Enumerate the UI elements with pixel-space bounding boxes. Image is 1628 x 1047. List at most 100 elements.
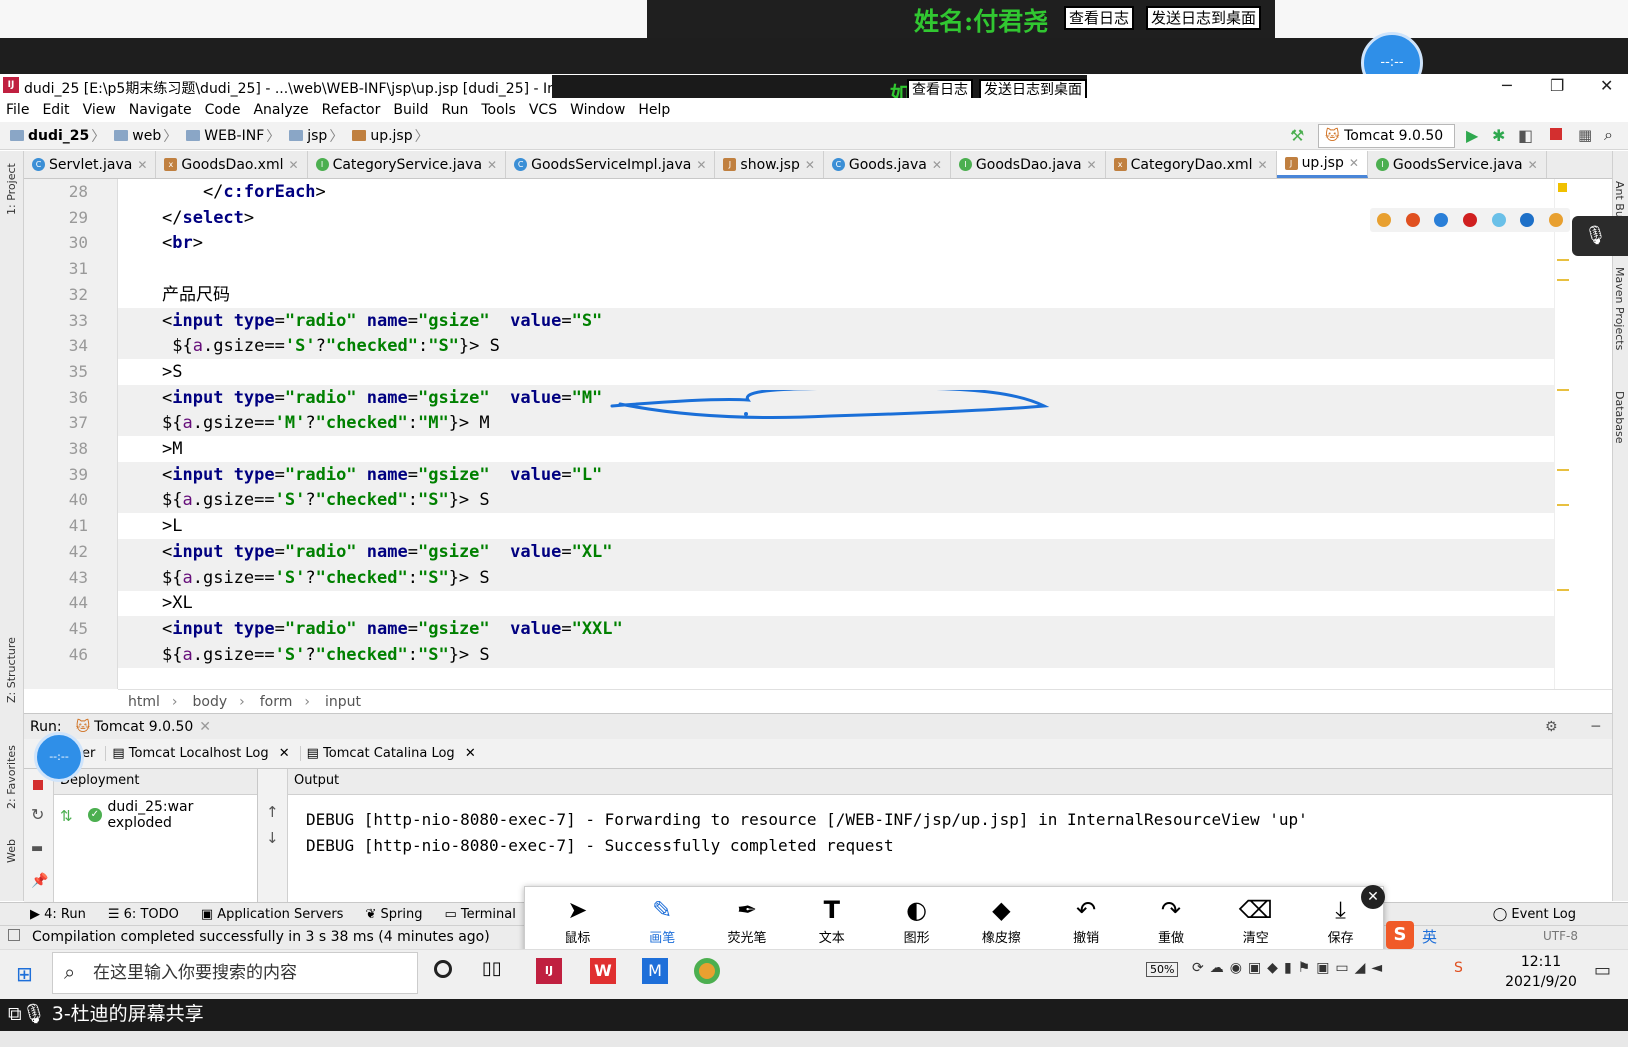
ime-language[interactable]: 英	[1422, 926, 1437, 947]
undo-tool[interactable]: ↶ 撤销	[1044, 895, 1129, 946]
stripe-mark[interactable]	[1557, 469, 1569, 471]
tab-goodsservice-java[interactable]: I GoodsService.java ✕	[1367, 151, 1547, 178]
tab-goodsserviceimpl-java[interactable]: C GoodsServiceImpl.java ✕	[506, 151, 716, 178]
menu-navigate[interactable]: Navigate	[129, 102, 192, 118]
stripe-mark[interactable]	[1557, 504, 1569, 506]
tab-up-jsp[interactable]: Jup.jsp ✕	[1276, 151, 1368, 178]
close-tab-icon[interactable]: ✕	[279, 746, 290, 761]
close-tab-icon[interactable]: ✕	[805, 158, 815, 172]
menu-run[interactable]: Run	[442, 102, 469, 118]
close-icon[interactable]: ✕	[1600, 76, 1613, 95]
microphone-icon[interactable]: 🎙	[1572, 216, 1628, 256]
code-line[interactable]: </select>	[118, 205, 1554, 231]
code-line[interactable]: ${a.gsize=='S'?"checked":"S"}> S	[118, 487, 1554, 514]
sogou-ime-icon[interactable]: S	[1386, 921, 1414, 949]
tab-localhost-log[interactable]: ▤ Tomcat Localhost Log ✕	[105, 746, 290, 761]
windows-start-icon[interactable]: ⊞	[16, 962, 33, 986]
coverage-icon[interactable]: ◧	[1518, 126, 1533, 145]
battery-indicator[interactable]: 50%	[1146, 962, 1179, 977]
code-line[interactable]: ${a.gsize=='S'?"checked":"S"}> S	[118, 333, 1554, 360]
code-line[interactable]: 产品尺码	[118, 282, 1554, 308]
deployment-item[interactable]: ✓ dudi_25:war exploded	[54, 795, 257, 831]
menu-vcs[interactable]: VCS	[529, 102, 557, 118]
maven-projects-tab[interactable]: Maven Projects	[1613, 267, 1626, 350]
stop-icon[interactable]	[1550, 128, 1562, 140]
close-tab-icon[interactable]: ✕	[1349, 156, 1359, 170]
notification-icon[interactable]: ▭	[1594, 960, 1611, 981]
close-tab-icon[interactable]: ✕	[696, 158, 706, 172]
breadcrumb-web[interactable]: web 〉	[114, 126, 182, 146]
breadcrumb-file[interactable]: up.jsp 〉	[352, 126, 433, 146]
tab-goods-java[interactable]: C Goods.java ✕	[823, 151, 951, 178]
scroll-down-icon[interactable]: ↓	[266, 829, 279, 847]
hide-icon[interactable]: ─	[1592, 719, 1600, 735]
shape-tool[interactable]: ◐ 图形	[874, 895, 959, 946]
eraser-tool[interactable]: ◆ 橡皮擦	[959, 895, 1044, 946]
favorites-tool-tab[interactable]: 2: Favorites	[5, 745, 18, 809]
menu-window[interactable]: Window	[570, 102, 625, 118]
close-toolbar-icon[interactable]: ✕	[1361, 885, 1385, 909]
taskbar-clock[interactable]: 12:11 2021/9/20	[1486, 952, 1596, 992]
build-hammer-icon[interactable]: ⚒	[1290, 126, 1304, 145]
run-config-tab[interactable]: Tomcat 9.0.50	[94, 719, 193, 735]
database-tab[interactable]: Database	[1613, 391, 1626, 444]
close-tab-icon[interactable]: ✕	[487, 158, 497, 172]
highlighter-tool[interactable]: ✒ 荧光笔	[705, 895, 790, 946]
close-tab-icon[interactable]: ✕	[289, 158, 299, 172]
code-line[interactable]: <input type="radio" name="gsize" value="…	[118, 307, 1554, 334]
wps-icon[interactable]: W	[590, 958, 616, 984]
close-tab-icon[interactable]: ✕	[1258, 158, 1268, 172]
redo-tool[interactable]: ↷ 重做	[1129, 895, 1214, 946]
debug-icon[interactable]: ✱	[1492, 126, 1505, 145]
meeting-app-icon[interactable]: M	[642, 958, 668, 984]
spring-tool-tab[interactable]: ❦ Spring	[365, 907, 422, 922]
tab-categoryservice-java[interactable]: I CategoryService.java ✕	[307, 151, 507, 178]
code-line[interactable]: >S	[118, 359, 1554, 385]
code-line[interactable]: >L	[118, 513, 1554, 539]
restore-icon[interactable]: ❐	[1550, 76, 1564, 95]
code-editor[interactable]: </c:forEach> </select> <br> 产品尺码 <input type…	[118, 179, 1554, 689]
settings-icon[interactable]: ⚙	[1545, 719, 1558, 735]
crumb-input[interactable]: input	[325, 694, 361, 710]
breadcrumb-jsp[interactable]: jsp 〉	[289, 126, 348, 146]
terminal-tool-tab[interactable]: ▭ Terminal	[444, 907, 515, 922]
pin-icon[interactable]: 📌	[31, 873, 48, 889]
menu-build[interactable]: Build	[393, 102, 428, 118]
breadcrumb-webinf[interactable]: WEB-INF 〉	[186, 126, 285, 146]
menu-view[interactable]: View	[83, 102, 116, 118]
close-tab-icon[interactable]: ✕	[465, 746, 476, 761]
breadcrumb-project[interactable]: dudi_25 〉	[10, 126, 110, 146]
menu-analyze[interactable]: Analyze	[253, 102, 308, 118]
chrome-taskbar-icon[interactable]	[694, 958, 720, 984]
encoding-label[interactable]: UTF-8	[1543, 929, 1578, 943]
code-line[interactable]	[118, 256, 1554, 282]
tray-icons[interactable]: ⟳☁◉▣◆▮⚑▣▭◢◄	[1192, 960, 1388, 976]
tab-catalina-log[interactable]: ▤ Tomcat Catalina Log ✕	[299, 746, 476, 761]
structure-tool-tab[interactable]: Z: Structure	[5, 637, 18, 703]
rerun-icon[interactable]: ↻	[31, 805, 44, 824]
crumb-html[interactable]: html	[128, 694, 160, 710]
tab-goodsdao-java[interactable]: I GoodsDao.java ✕	[950, 151, 1106, 178]
task-view-icon[interactable]: ▯▯	[482, 958, 502, 979]
close-tab-icon[interactable]: ✕	[932, 158, 942, 172]
stripe-mark[interactable]	[1557, 589, 1569, 591]
tab-categorydao-xml[interactable]: x CategoryDao.xml ✕	[1105, 151, 1277, 178]
browser-icon[interactable]	[1548, 213, 1563, 227]
todo-tool-tab[interactable]: ☰ 6: TODO	[108, 907, 179, 922]
code-line[interactable]: ${a.gsize=='S'?"checked":"S"}> S	[118, 641, 1554, 668]
stripe-mark[interactable]	[1557, 259, 1569, 261]
close-tab-icon[interactable]: ✕	[199, 719, 211, 735]
stripe-mark[interactable]	[1557, 279, 1569, 281]
menu-tools[interactable]: Tools	[481, 102, 516, 118]
layout-icon[interactable]: ▬	[31, 841, 43, 856]
code-line[interactable]: <br>	[118, 230, 1554, 256]
crumb-body[interactable]: body	[193, 694, 228, 710]
status-toggle-icon[interactable]	[8, 929, 20, 941]
minimize-icon[interactable]: ─	[1502, 76, 1512, 95]
menu-refactor[interactable]: Refactor	[322, 102, 381, 118]
code-line[interactable]: <input type="radio" name="gsize" value="…	[118, 615, 1554, 642]
deploy-icon[interactable]: ⇅	[60, 807, 73, 825]
scroll-up-icon[interactable]: ↑	[266, 803, 279, 821]
warning-marker[interactable]	[1558, 183, 1567, 192]
mouse-tool[interactable]: ➤ 鼠标	[535, 895, 620, 946]
